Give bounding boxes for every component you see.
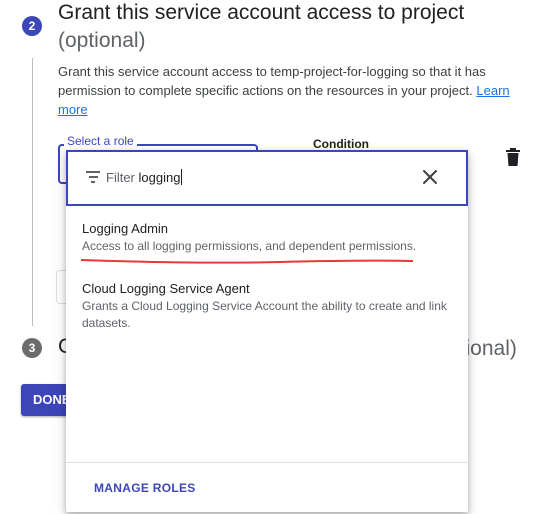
role-dropdown-panel: Filter logging Logging Admin Access to a… bbox=[66, 150, 468, 512]
manage-roles-button[interactable]: MANAGE ROLES bbox=[94, 481, 196, 495]
role-option-title: Logging Admin bbox=[82, 221, 169, 236]
step-2-description: Grant this service account access to tem… bbox=[58, 62, 522, 119]
role-option-logging-admin[interactable]: Logging Admin Access to all logging perm… bbox=[82, 220, 452, 255]
step-2-badge: 2 bbox=[22, 16, 42, 36]
trash-icon[interactable] bbox=[505, 148, 521, 166]
filter-label: Filter bbox=[106, 170, 135, 185]
menu-divider bbox=[66, 462, 468, 463]
page: 2 Grant this service account access to p… bbox=[0, 0, 544, 514]
role-option-title: Cloud Logging Service Agent bbox=[82, 281, 250, 296]
step-2-optional-label: (optional) bbox=[58, 29, 146, 52]
filter-input[interactable]: Filter logging bbox=[106, 169, 183, 187]
stepper-connector-line bbox=[32, 58, 33, 326]
description-text: Grant this service account access to tem… bbox=[58, 64, 486, 98]
filter-input-box[interactable]: Filter logging bbox=[66, 150, 468, 206]
condition-label: Condition bbox=[313, 137, 369, 151]
close-icon[interactable] bbox=[422, 169, 438, 185]
role-option-description: Grants a Cloud Logging Service Account t… bbox=[82, 299, 447, 330]
step-2-title: Grant this service account access to pro… bbox=[58, 1, 465, 24]
role-select-label: Select a role bbox=[64, 134, 137, 148]
role-option-cloud-logging-service-agent[interactable]: Cloud Logging Service Agent Grants a Clo… bbox=[82, 280, 452, 332]
text-caret bbox=[181, 169, 183, 185]
role-option-description: Access to all logging permissions, and d… bbox=[82, 239, 417, 253]
red-underline-annotation bbox=[80, 259, 414, 264]
filter-value: logging bbox=[138, 170, 181, 185]
filter-icon bbox=[86, 171, 100, 183]
step-3-badge: 3 bbox=[22, 338, 42, 358]
